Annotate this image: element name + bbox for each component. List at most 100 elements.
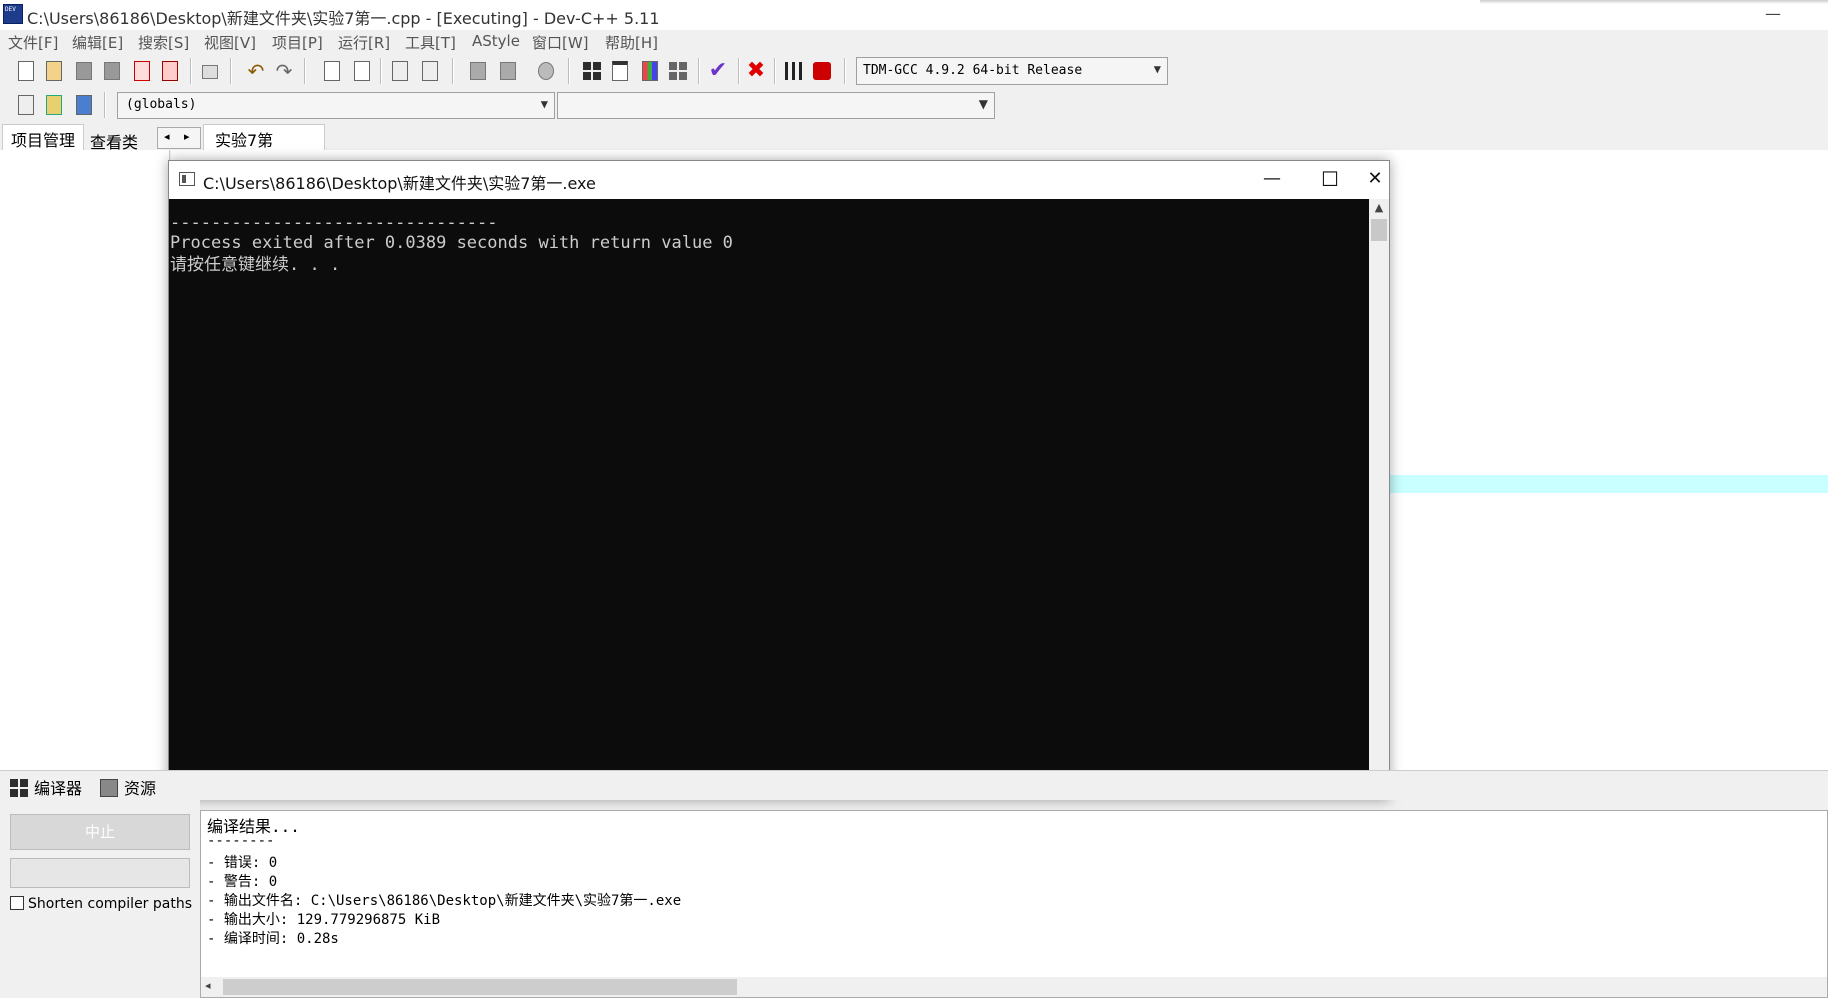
check-syntax-icon[interactable]: ✔ (706, 59, 730, 83)
window-title: C:\Users\86186\Desktop\新建文件夹\实验7第一.cpp -… (27, 9, 660, 28)
profile-chart-icon[interactable] (782, 59, 806, 83)
menu-bar: 文件[F] 编辑[E] 搜索[S] 视图[V] 项目[P] 运行[R] 工具[T… (0, 30, 1828, 54)
goto-back-icon[interactable] (466, 59, 490, 83)
tab-compiler[interactable]: 编译器 (10, 775, 82, 799)
project-panel (0, 150, 170, 770)
log-line: - 错误: 0 (207, 855, 278, 871)
chevron-down-icon: ▼ (978, 97, 988, 111)
stop-button[interactable]: 中止 (10, 814, 190, 850)
tab-resources-label: 资源 (124, 779, 157, 798)
goto-forward-icon[interactable] (496, 59, 520, 83)
compile-log[interactable]: 编译结果... -------- - 错误: 0 - 警告: 0 - 输出文件名… (200, 810, 1828, 998)
log-line: - 警告: 0 (207, 874, 278, 890)
toolbar-separator (568, 58, 570, 84)
console-window: C:\Users\86186\Desktop\新建文件夹\实验7第一.exe —… (168, 160, 1390, 800)
console-icon (179, 172, 195, 186)
tab-editor-file[interactable]: 实验7第一.cpp (203, 124, 325, 174)
find-icon[interactable] (320, 59, 344, 83)
bookmark-toggle-icon[interactable] (72, 93, 96, 117)
delete-profile-icon[interactable] (810, 59, 834, 83)
window-icon[interactable] (608, 59, 632, 83)
indent-icon[interactable] (388, 59, 412, 83)
redo-icon[interactable]: ↷ (272, 59, 296, 83)
tab-project-manager[interactable]: 项目管理 (2, 124, 85, 150)
open-file-icon[interactable] (42, 59, 66, 83)
grid-view-icon[interactable] (666, 59, 690, 83)
menu-view[interactable]: 视图[V] (204, 32, 256, 53)
tab-scroll-buttons: ◂ ▸ (157, 127, 201, 149)
tab-prev-button[interactable]: ◂ (164, 130, 170, 143)
compiler-select[interactable]: TDM-GCC 4.9.2 64-bit Release ▼ (856, 57, 1168, 85)
menu-project[interactable]: 项目[P] (272, 32, 323, 53)
bottom-panel-tabs: 编译器 资源 (0, 770, 1828, 800)
scope-value: (globals) (126, 97, 197, 112)
log-line: -------- (207, 833, 275, 849)
compiler-icon (10, 779, 28, 797)
tab-resources[interactable]: 资源 (100, 775, 156, 799)
insert-icon[interactable] (14, 93, 38, 117)
scroll-thumb[interactable] (1371, 219, 1387, 241)
toolbar-separator (844, 58, 846, 84)
current-line-highlight (1390, 475, 1828, 493)
shorten-paths-label: Shorten compiler paths (28, 896, 193, 912)
save-all-icon[interactable] (100, 59, 124, 83)
chevron-down-icon: ▼ (540, 97, 548, 111)
minimize-button[interactable]: — (1758, 4, 1788, 24)
unindent-icon[interactable] (418, 59, 442, 83)
console-scrollbar[interactable]: ▲ ▼ (1369, 199, 1389, 799)
close-file-icon[interactable] (130, 59, 154, 83)
colors-icon[interactable] (638, 59, 662, 83)
tab-compiler-label: 编译器 (34, 779, 83, 798)
log-line: - 编译时间: 0.28s (207, 931, 339, 947)
menu-edit[interactable]: 编辑[E] (72, 32, 123, 53)
print-icon[interactable] (198, 59, 222, 83)
toolbar-separator (190, 58, 192, 84)
compile-progress-bar (10, 858, 190, 888)
chevron-down-icon: ▼ (1153, 62, 1161, 76)
new-file-icon[interactable] (14, 59, 38, 83)
stop-execution-icon[interactable]: ✖ (744, 59, 768, 83)
resources-icon (100, 779, 118, 797)
log-line: - 输出文件名: C:\Users\86186\Desktop\新建文件夹\实验… (207, 893, 682, 909)
scroll-left-arrow-icon[interactable]: ◂ (205, 979, 211, 992)
undo-icon[interactable]: ↶ (244, 59, 268, 83)
toolbar-separator (774, 58, 776, 84)
project-new-icon[interactable] (580, 59, 604, 83)
save-icon[interactable] (72, 59, 96, 83)
devcpp-app-icon (3, 4, 23, 24)
bookmark-icon[interactable] (534, 59, 558, 83)
menu-file[interactable]: 文件[F] (8, 32, 58, 53)
toolbar-separator (230, 58, 232, 84)
console-output[interactable]: -------------------------------- Process… (169, 199, 1369, 799)
close-all-icon[interactable] (158, 59, 182, 83)
console-maximize-button[interactable]: ☐ (1301, 161, 1359, 199)
tab-next-button[interactable]: ▸ (184, 130, 190, 143)
scroll-up-arrow-icon[interactable]: ▲ (1369, 201, 1389, 217)
scroll-thumb[interactable] (223, 979, 737, 995)
toolbar-separator (104, 92, 106, 118)
shorten-paths-option[interactable]: Shorten compiler paths (10, 896, 200, 918)
toolbar-separator (304, 58, 306, 84)
toolbar-separator (698, 58, 700, 84)
console-close-button[interactable]: ✕ (1361, 161, 1389, 199)
toolbar-separator (452, 58, 454, 84)
log-line: - 输出大小: 129.779296875 KiB (207, 912, 441, 928)
scope-select[interactable]: (globals) ▼ (117, 92, 555, 119)
menu-search[interactable]: 搜索[S] (138, 32, 189, 53)
function-select[interactable]: ▼ (557, 92, 995, 119)
console-minimize-button[interactable]: — (1243, 161, 1301, 199)
shorten-paths-checkbox[interactable] (10, 896, 24, 910)
toolbar-separator (738, 58, 740, 84)
replace-icon[interactable] (350, 59, 374, 83)
menu-window[interactable]: 窗口[W] (532, 32, 589, 53)
menu-help[interactable]: 帮助[H] (605, 32, 658, 53)
toolbar-separator (380, 58, 382, 84)
menu-astyle[interactable]: AStyle (472, 32, 520, 50)
goto-icon[interactable] (42, 93, 66, 117)
menu-run[interactable]: 运行[R] (338, 32, 390, 53)
log-horizontal-scrollbar[interactable]: ◂ (201, 977, 1827, 997)
compile-controls: 中止 Shorten compiler paths (0, 800, 200, 998)
console-line: -------------------------------- (170, 213, 498, 233)
menu-tools[interactable]: 工具[T] (405, 32, 456, 53)
console-title: C:\Users\86186\Desktop\新建文件夹\实验7第一.exe (203, 174, 596, 193)
